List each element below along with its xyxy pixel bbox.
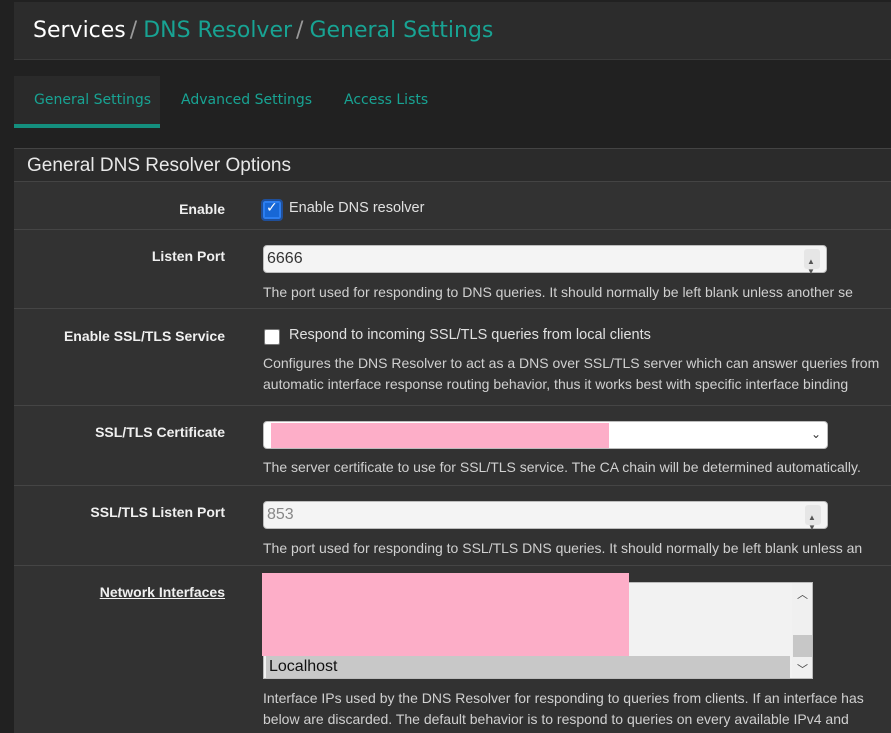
ssl-listen-port-help: The port used for responding to SSL/TLS …	[263, 540, 863, 556]
ssl-certificate-row: SSL/TLS Certificate ⌄ The server certifi…	[14, 406, 891, 486]
breadcrumb: Services / DNS Resolver / General Settings	[33, 18, 493, 43]
ssl-listen-port-label: SSL/TLS Listen Port	[90, 504, 225, 520]
breadcrumb-separator: /	[129, 18, 138, 43]
chevron-down-icon[interactable]: ﹀	[797, 661, 808, 677]
redacted-interface-list	[262, 573, 629, 656]
listen-port-value: 6666	[267, 250, 303, 267]
list-item[interactable]: Localhost	[266, 656, 790, 678]
ssl-service-row: Enable SSL/TLS Service Respond to incomi…	[14, 309, 891, 406]
listen-port-help: The port used for responding to DNS quer…	[263, 284, 853, 300]
listen-port-label: Listen Port	[151, 248, 225, 264]
enable-label: Enable	[179, 201, 225, 217]
scrollbar-thumb[interactable]	[793, 635, 812, 657]
network-interfaces-row: Network Interfaces Localhost ︿ ﹀ Interfa…	[14, 566, 891, 733]
listbox-scrollbar[interactable]: ︿ ﹀	[792, 583, 812, 678]
network-interfaces-help-line2: below are discarded. The default behavio…	[263, 711, 849, 727]
listen-port-row: Listen Port 6666 ▲ ▼ The port used for re…	[14, 230, 891, 309]
ssl-service-help-line2: automatic interface response routing beh…	[263, 376, 849, 392]
general-options-panel: General DNS Resolver Options Enable ✓ En…	[14, 148, 891, 733]
ssl-service-label: Enable SSL/TLS Service	[63, 328, 225, 344]
page-header: Services / DNS Resolver / General Settings	[14, 2, 891, 60]
enable-dns-resolver-label: Enable DNS resolver	[289, 200, 425, 216]
network-interfaces-help-line1: Interface IPs used by the DNS Resolver f…	[263, 690, 864, 706]
ssl-certificate-label: SSL/TLS Certificate	[95, 424, 225, 440]
check-icon: ✓	[266, 200, 278, 216]
ssl-certificate-help: The server certificate to use for SSL/TL…	[263, 459, 861, 475]
enable-row: Enable ✓ Enable DNS resolver	[14, 183, 891, 230]
network-interfaces-label[interactable]: Network Interfaces	[100, 584, 225, 600]
tab-access-lists[interactable]: Access Lists	[324, 76, 448, 126]
panel-title: General DNS Resolver Options	[14, 149, 891, 182]
breadcrumb-services: Services	[33, 18, 126, 43]
ssl-listen-port-row: SSL/TLS Listen Port 853 ▲ ▼ The port used…	[14, 486, 891, 566]
chevron-up-icon[interactable]: ︿	[797, 586, 808, 602]
chevron-down-icon: ⌄	[810, 427, 821, 441]
ssl-certificate-select[interactable]: ⌄	[263, 421, 828, 449]
spinner-arrows-icon[interactable]: ▲ ▼	[804, 249, 820, 276]
enable-dns-resolver-checkbox[interactable]: ✓	[261, 199, 283, 221]
spinner-arrows-icon[interactable]: ▲ ▼	[805, 505, 821, 532]
breadcrumb-dns-resolver[interactable]: DNS Resolver	[143, 18, 292, 43]
breadcrumb-separator: /	[296, 18, 304, 43]
ssl-service-checkbox[interactable]	[264, 329, 280, 345]
redacted-certificate-value	[271, 423, 609, 448]
ssl-service-help-line1: Configures the DNS Resolver to act as a …	[263, 355, 880, 371]
tab-general-settings[interactable]: General Settings	[14, 76, 160, 128]
ssl-listen-port-input[interactable]: 853 ▲ ▼	[263, 501, 828, 532]
listen-port-input[interactable]: 6666 ▲ ▼	[263, 245, 827, 276]
breadcrumb-general-settings[interactable]: General Settings	[309, 18, 493, 43]
ssl-listen-port-placeholder: 853	[267, 506, 294, 523]
tab-bar: General Settings Advanced Settings Acces…	[14, 76, 891, 128]
ssl-service-checkbox-label: Respond to incoming SSL/TLS queries from…	[289, 327, 651, 343]
tab-advanced-settings[interactable]: Advanced Settings	[161, 76, 332, 126]
